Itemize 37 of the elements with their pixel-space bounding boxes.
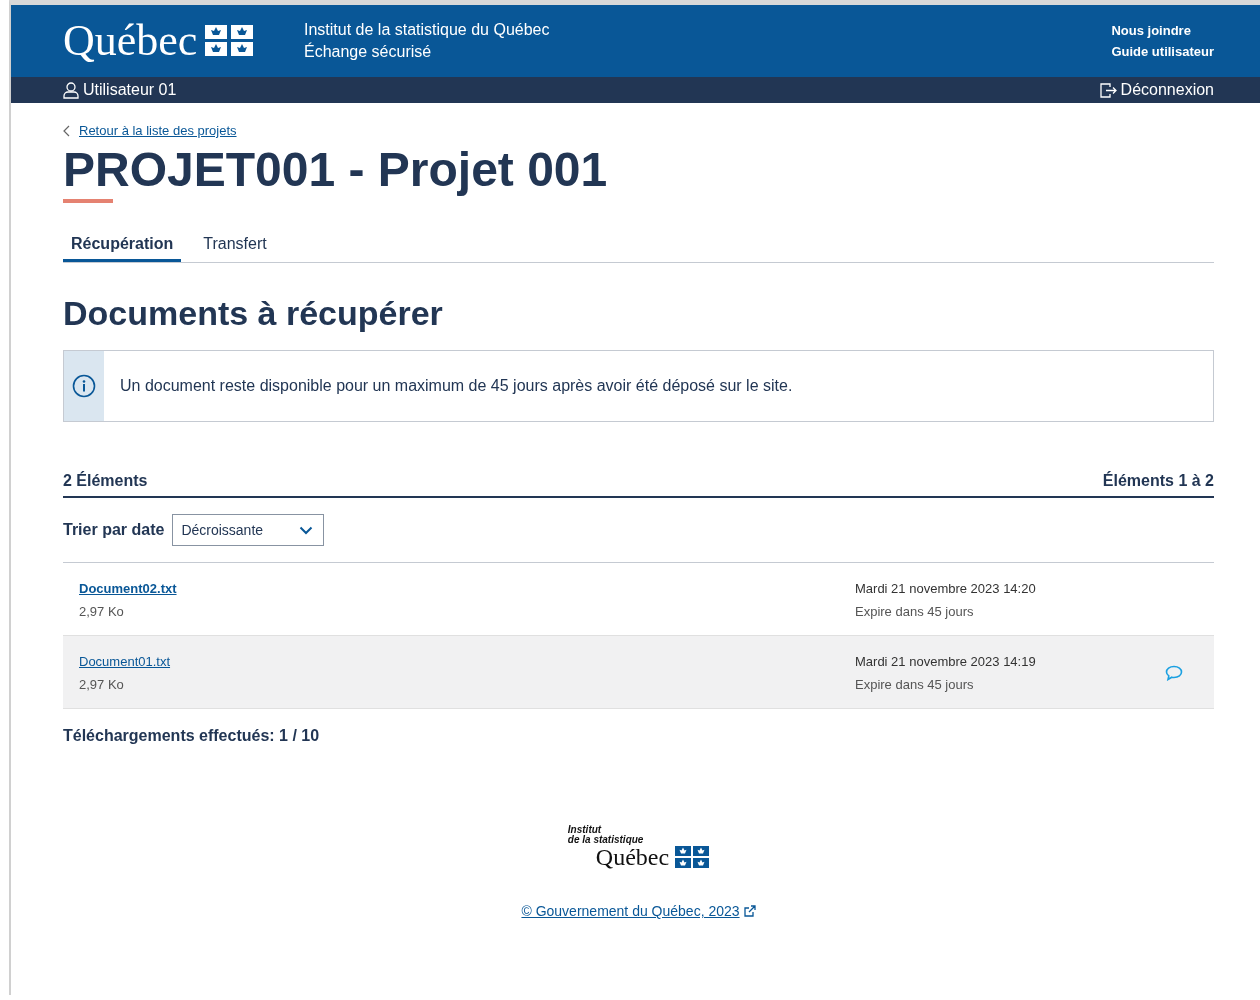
flag-icon bbox=[205, 25, 256, 57]
upload-date: Mardi 21 novembre 2023 14:19 bbox=[855, 654, 1037, 670]
sort-label: Trier par date bbox=[63, 521, 165, 540]
footer-logo: Institut de la statistique Québec bbox=[567, 825, 710, 870]
tab[interactable]: Transfert bbox=[195, 234, 275, 262]
document-link[interactable]: Document01.txt bbox=[79, 654, 855, 670]
file-size: 2,97 Ko bbox=[79, 677, 125, 693]
expiry-text: Expire dans 45 jours bbox=[855, 677, 975, 693]
info-message: Un document reste disponible pour un maximum de 45 jours après avoir été déposé sur le site. bbox=[119, 377, 793, 396]
item-range: Éléments 1 à 2 bbox=[1102, 472, 1214, 491]
tab[interactable]: Récupération bbox=[63, 234, 182, 262]
file-size: 2,97 Ko bbox=[79, 604, 125, 620]
download-count: Téléchargements effectués: 1 / 10 bbox=[63, 727, 321, 746]
header-link[interactable]: Nous joindre bbox=[1111, 23, 1214, 38]
organization-name: Institut de la statistique du Québec bbox=[304, 21, 550, 39]
page-title: PROJET001 - Projet 001 bbox=[63, 144, 609, 197]
item-count: 2 Éléments bbox=[63, 472, 148, 491]
external-link-icon bbox=[743, 905, 756, 918]
sort-select[interactable]: Décroissante bbox=[172, 514, 325, 547]
comment-icon[interactable] bbox=[1165, 665, 1183, 682]
user-name: Utilisateur 01 bbox=[83, 81, 177, 99]
header-link[interactable]: Guide utilisateur bbox=[1111, 44, 1214, 59]
section-title: Documents à récupérer bbox=[63, 294, 444, 333]
expiry-text: Expire dans 45 jours bbox=[855, 604, 975, 620]
logout-icon bbox=[1099, 82, 1117, 98]
app-name: Échange sécurisé bbox=[304, 43, 433, 61]
copyright-link[interactable]: © Gouvernement du Québec, 2023 bbox=[521, 903, 756, 920]
info-icon bbox=[72, 374, 96, 399]
logout-link[interactable]: Déconnexion bbox=[1099, 81, 1214, 99]
user-icon bbox=[63, 81, 79, 99]
back-link[interactable]: Retour à la liste des projets bbox=[79, 123, 237, 138]
document-link[interactable]: Document02.txt bbox=[79, 581, 855, 597]
chevron-left-icon bbox=[63, 124, 71, 137]
title-underline bbox=[63, 198, 113, 203]
logo-text: Québec bbox=[63, 19, 198, 63]
upload-date: Mardi 21 novembre 2023 14:20 bbox=[855, 581, 1037, 597]
chevron-down-icon bbox=[299, 525, 314, 535]
